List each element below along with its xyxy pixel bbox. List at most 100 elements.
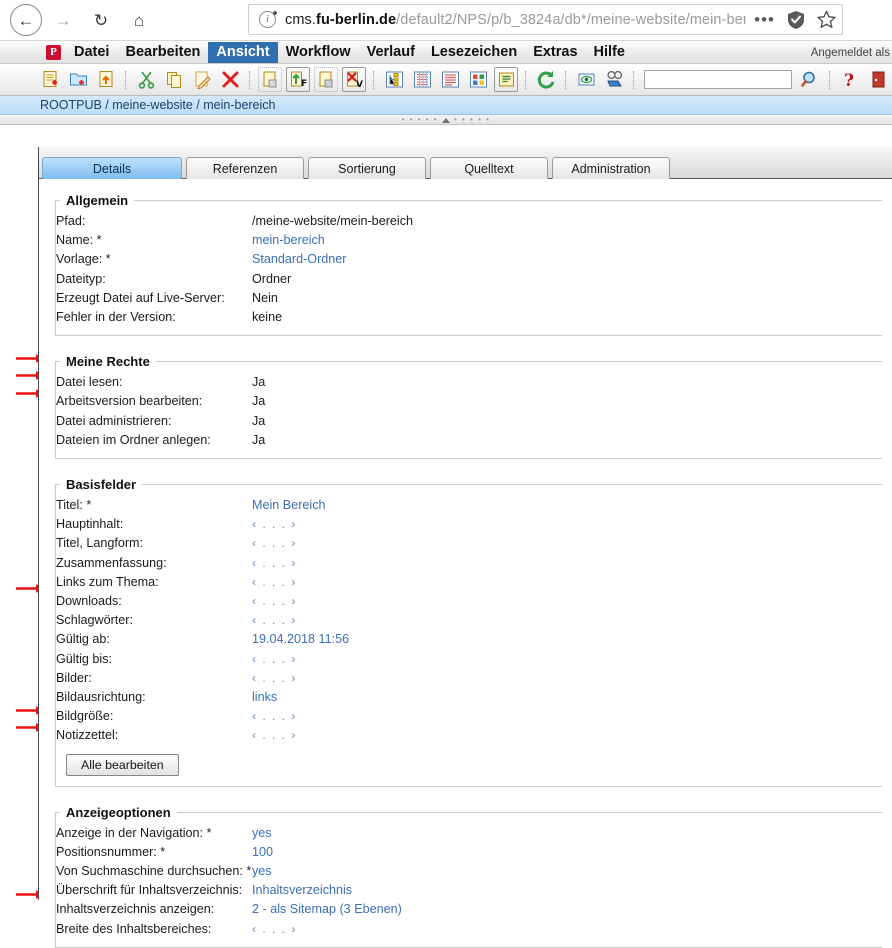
back-arrow-icon[interactable]: ← [10, 4, 42, 36]
cms-toolbar: F V ? [0, 64, 892, 96]
label-dateityp: Dateityp: [56, 271, 106, 286]
list-view-icon[interactable] [438, 67, 462, 92]
row-gueltig-ab[interactable]: Gültig ab: 19.04.2018 11:56 [56, 630, 882, 649]
paste-icon[interactable] [190, 67, 214, 92]
value-links-zum-thema[interactable]: ‹ . . . › [252, 575, 297, 589]
menu-item-verlauf[interactable]: Verlauf [359, 42, 423, 63]
splitter-handle[interactable]: • • • • • • • • • • [0, 116, 892, 124]
details-panel: Details Referenzen Sortierung Quelltext … [38, 147, 892, 948]
alle-bearbeiten-button[interactable]: Alle bearbeiten [66, 753, 179, 776]
menu-item-ansicht[interactable]: Ansicht [208, 41, 278, 63]
value-suchmaschine[interactable]: yes [252, 864, 272, 878]
row-notizzettel[interactable]: Notizzettel: ‹ . . . › [56, 726, 882, 745]
value-name[interactable]: mein-bereich [252, 233, 325, 247]
value-inhaltsverzeichnis-anzeigen[interactable]: 2 - als Sitemap (3 Ebenen) [252, 902, 402, 916]
value-titel[interactable]: Mein Bereich [252, 498, 326, 512]
bookmark-star-icon[interactable] [817, 10, 836, 29]
row-bildausrichtung[interactable]: Bildausrichtung: links [56, 688, 882, 707]
tab-details[interactable]: Details [42, 157, 182, 179]
toolbar-search-input[interactable] [644, 70, 793, 89]
help-icon[interactable]: ? [838, 67, 862, 92]
value-schlagwoerter[interactable]: ‹ . . . › [252, 613, 297, 627]
row-positionsnummer[interactable]: Positionsnummer: * 100 [56, 843, 882, 862]
row-titel[interactable]: Titel: * Mein Bereich [56, 496, 882, 515]
search-icon[interactable] [798, 67, 822, 92]
tab-administration[interactable]: Administration [552, 157, 670, 179]
tab-quelltext[interactable]: Quelltext [430, 157, 548, 179]
row-ueberschrift-inhaltsverzeichnis[interactable]: Überschrift für Inhaltsverzeichnis: Inha… [56, 881, 882, 900]
value-anzeige-navigation[interactable]: yes [252, 826, 272, 840]
row-vorlage[interactable]: Vorlage: * Standard-Ordner [56, 250, 882, 269]
tab-sortierung[interactable]: Sortierung [308, 157, 426, 179]
tab-referenzen[interactable]: Referenzen [186, 157, 304, 179]
row-links-zum-thema[interactable]: Links zum Thema: ‹ . . . › [56, 573, 882, 592]
table-view-icon[interactable] [410, 67, 434, 92]
value-ueberschrift-inhaltsverzeichnis[interactable]: Inhaltsverzeichnis [252, 883, 352, 897]
collapse-triangle-icon[interactable] [442, 117, 450, 123]
row-bilder[interactable]: Bilder: ‹ . . . › [56, 669, 882, 688]
reject-icon[interactable]: V [342, 67, 367, 92]
value-hauptinhalt[interactable]: ‹ . . . › [252, 517, 297, 531]
row-breite-inhaltsbereich[interactable]: Breite des Inhaltsbereiches: ‹ . . . › [56, 920, 882, 939]
thumbnail-view-icon[interactable] [466, 67, 490, 92]
unpublish-icon[interactable] [314, 67, 339, 92]
value-breite-inhaltsbereich[interactable]: ‹ . . . › [252, 922, 297, 936]
value-pfad: /meine-website/mein-bereich [252, 214, 413, 228]
workspace: Details Referenzen Sortierung Quelltext … [0, 125, 892, 948]
page-actions-icon[interactable]: ••• [754, 11, 775, 28]
row-downloads[interactable]: Downloads: ‹ . . . › [56, 592, 882, 611]
shield-icon[interactable] [788, 10, 804, 29]
page-blank-icon[interactable] [258, 67, 283, 92]
label-administrieren: Datei administrieren: [56, 413, 172, 428]
browser-toolbar: ← → ↻ ⌂ i cms.fu-berlin.de/default2/NPS/… [0, 0, 892, 41]
value-zusammenfassung[interactable]: ‹ . . . › [252, 556, 297, 570]
copy-icon[interactable] [162, 67, 186, 92]
row-anzeige-navigation[interactable]: Anzeige in der Navigation: * yes [56, 824, 882, 843]
row-schlagwoerter[interactable]: Schlagwörter: ‹ . . . › [56, 611, 882, 630]
value-gueltig-bis[interactable]: ‹ . . . › [252, 652, 297, 666]
site-info-icon[interactable]: i [259, 11, 277, 28]
value-bildgroesse[interactable]: ‹ . . . › [252, 709, 297, 723]
publish-icon[interactable]: F [286, 67, 311, 92]
menu-item-hilfe[interactable]: Hilfe [586, 42, 633, 63]
value-bildausrichtung[interactable]: links [252, 690, 277, 704]
row-inhaltsverzeichnis-anzeigen[interactable]: Inhaltsverzeichnis anzeigen: 2 - als Sit… [56, 900, 882, 919]
panel-splitter[interactable]: • • • • • • • • • • [0, 115, 892, 125]
upload-file-icon[interactable] [94, 67, 118, 92]
row-suchmaschine[interactable]: Von Suchmaschine durchsuchen: * yes [56, 862, 882, 881]
refresh-icon[interactable] [534, 67, 558, 92]
logout-icon[interactable] [866, 67, 890, 92]
menu-item-bearbeiten[interactable]: Bearbeiten [117, 42, 208, 63]
detail-view-icon[interactable] [494, 67, 519, 92]
value-gueltig-ab[interactable]: 19.04.2018 11:56 [252, 632, 349, 646]
menu-item-extras[interactable]: Extras [525, 42, 585, 63]
value-vorlage[interactable]: Standard-Ordner [252, 252, 347, 266]
value-notizzettel[interactable]: ‹ . . . › [252, 728, 297, 742]
link-check-icon[interactable] [602, 67, 626, 92]
row-name[interactable]: Name: * mein-bereich [56, 231, 882, 250]
cut-icon[interactable] [134, 67, 158, 92]
row-titel-langform[interactable]: Titel, Langform: ‹ . . . › [56, 534, 882, 553]
row-arbeitsversion: Arbeitsversion bearbeiten: Ja [56, 392, 882, 411]
value-downloads[interactable]: ‹ . . . › [252, 594, 297, 608]
section-title-anzeigeoptionen: Anzeigeoptionen [66, 804, 171, 820]
preview-eye-icon[interactable] [574, 67, 598, 92]
section-anzeigeoptionen: Anzeigeoptionen Anzeige in der Navigatio… [55, 804, 882, 948]
value-bilder[interactable]: ‹ . . . › [252, 671, 297, 685]
row-bildgroesse[interactable]: Bildgröße: ‹ . . . › [56, 707, 882, 726]
menu-item-datei[interactable]: Datei [66, 42, 117, 63]
address-bar[interactable]: i cms.fu-berlin.de/default2/NPS/p/b_3824… [248, 4, 843, 35]
reload-icon[interactable]: ↻ [84, 3, 118, 37]
menu-item-workflow[interactable]: Workflow [278, 42, 359, 63]
row-zusammenfassung[interactable]: Zusammenfassung: ‹ . . . › [56, 554, 882, 573]
new-page-icon[interactable] [38, 67, 62, 92]
delete-icon[interactable] [218, 67, 242, 92]
structure-view-icon[interactable] [382, 67, 406, 92]
row-hauptinhalt[interactable]: Hauptinhalt: ‹ . . . › [56, 515, 882, 534]
value-titel-langform[interactable]: ‹ . . . › [252, 536, 297, 550]
value-positionsnummer[interactable]: 100 [252, 845, 273, 859]
row-gueltig-bis[interactable]: Gültig bis: ‹ . . . › [56, 650, 882, 669]
new-folder-icon[interactable] [66, 67, 90, 92]
menu-item-lesezeichen[interactable]: Lesezeichen [423, 42, 525, 63]
home-icon[interactable]: ⌂ [122, 3, 156, 37]
